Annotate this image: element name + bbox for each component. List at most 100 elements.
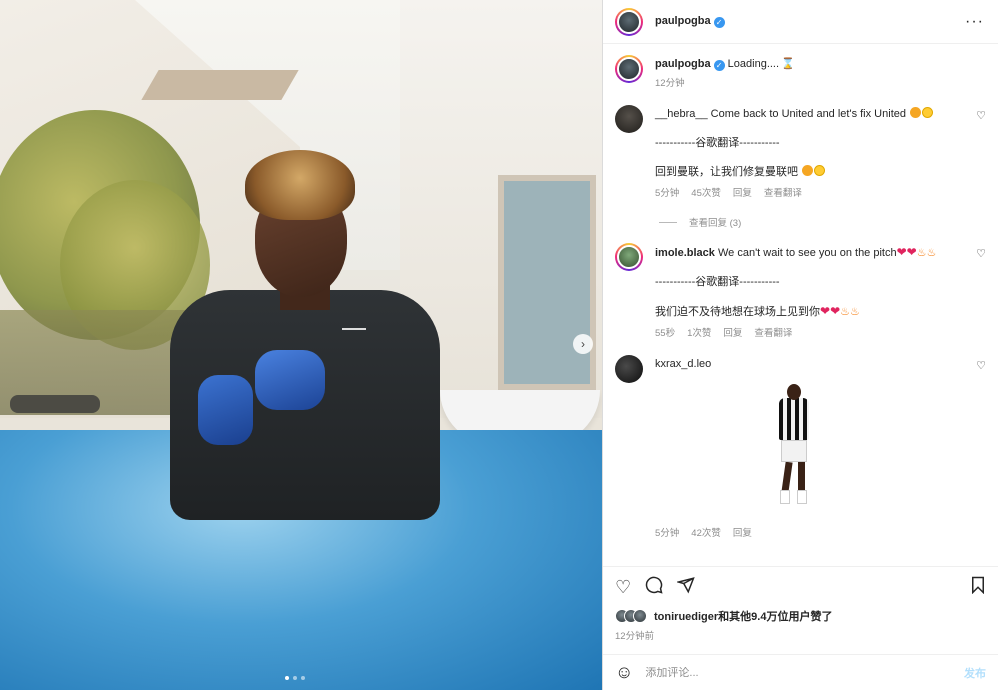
post-actions: ♡ — [603, 566, 998, 606]
heart-icon[interactable]: ♡ — [615, 578, 631, 596]
glass-door — [498, 175, 596, 390]
comment-body: __hebra__ Come back to United and let's … — [655, 105, 986, 201]
add-comment-bar: ☺ 发布 — [603, 654, 998, 690]
translate-divider: -----------谷歌翻译----------- — [655, 137, 780, 149]
caption-username[interactable]: paulpogba — [655, 58, 711, 70]
comment-time: 5分钟 — [655, 528, 680, 539]
chevron-right-icon[interactable]: › — [573, 334, 593, 354]
caption-body: paulpogba ✓ Loading.... ⌛ 12分钟 — [655, 55, 986, 91]
gif-shorts — [781, 440, 807, 462]
shoes — [10, 395, 100, 413]
likes-text[interactable]: 和其他9.4万位用户赞了 — [718, 611, 832, 623]
avatar[interactable] — [615, 105, 643, 133]
comment-likes[interactable]: 1次赞 — [687, 326, 711, 341]
comment-time: 55秒 — [655, 328, 676, 339]
cat-emoji-icon — [802, 165, 814, 176]
carousel-dot — [301, 676, 305, 680]
heart-icon[interactable]: ♡ — [976, 359, 986, 372]
roof — [141, 70, 299, 100]
post-side-panel: paulpogba ✓ ··· paulpogba ✓ Loading.... ⌛ 1… — [602, 0, 998, 690]
avatar[interactable] — [615, 355, 643, 383]
heart-icon[interactable]: ♡ — [976, 247, 986, 260]
avatar[interactable] — [615, 7, 643, 36]
instagram-post-modal: › paulpogba ✓ ··· paulpogba ✓ Loading.... — [0, 0, 998, 690]
caption-text: Loading.... — [727, 58, 780, 70]
comment-input[interactable] — [645, 666, 952, 679]
liker-username[interactable]: toniruediger — [654, 611, 718, 623]
comment-meta: 55秒 1次赞 回复 查看翻译 — [655, 326, 986, 341]
bookmark-icon[interactable] — [970, 576, 986, 597]
post-header: paulpogba ✓ ··· — [603, 0, 998, 44]
comment-body: kxrax_d.leo 5分钟 42次赞 回复 — [655, 355, 986, 541]
post-button[interactable]: 发布 — [964, 665, 986, 681]
verified-badge-icon: ✓ — [713, 60, 725, 71]
likes-summary[interactable]: toniruediger和其他9.4万位用户赞了 — [615, 608, 986, 624]
cat-emoji-icon — [910, 107, 922, 118]
translate-divider: -----------谷歌翻译----------- — [655, 276, 780, 288]
hair — [245, 150, 355, 220]
caption-time: 12分钟 — [655, 78, 685, 89]
heart-emoji-icon: ❤ — [896, 245, 907, 259]
comment-username[interactable]: kxrax_d.leo — [655, 358, 711, 370]
comment-time: 5分钟 — [655, 188, 680, 199]
comment-icon[interactable] — [645, 576, 663, 597]
comment-username[interactable]: imole.black — [655, 247, 715, 259]
football-player-gif — [765, 382, 825, 512]
see-translation-button[interactable]: 查看翻译 — [754, 326, 792, 341]
see-translation-button[interactable]: 查看翻译 — [764, 186, 802, 201]
verified-badge-icon: ✓ — [713, 17, 725, 28]
shirt-logo — [342, 318, 366, 330]
reply-button[interactable]: 回复 — [723, 326, 742, 341]
view-replies-label[interactable]: 查看回复 (3) — [689, 215, 741, 229]
gif-sock — [780, 490, 790, 504]
blue-glove — [255, 350, 325, 410]
comments-list[interactable]: paulpogba ✓ Loading.... ⌛ 12分钟 __hebra__ C… — [603, 45, 998, 565]
reply-button[interactable]: 回复 — [733, 186, 752, 201]
comment: kxrax_d.leo 5分钟 42次赞 回复 ♡ — [615, 355, 986, 541]
gif-striped-shirt — [779, 398, 809, 440]
comment-likes[interactable]: 42次赞 — [691, 526, 721, 541]
smile-emoji-icon — [922, 107, 934, 118]
more-options-icon[interactable]: ··· — [965, 13, 984, 31]
fire-emoji-icon: ♨ — [916, 247, 927, 259]
caption-meta: 12分钟 — [655, 76, 986, 91]
comment-text: We can't wait to see you on the pitch — [717, 247, 897, 259]
heart-icon[interactable]: ♡ — [976, 109, 986, 122]
heart-emoji-icon: ❤ — [820, 304, 831, 318]
comment: imole.black We can't wait to see you on … — [615, 243, 986, 341]
heart-emoji-icon: ❤ — [906, 245, 917, 259]
comment-meta: 5分钟 45次赞 回复 查看翻译 — [655, 186, 986, 201]
likes-text-line: toniruediger和其他9.4万位用户赞了 — [654, 608, 832, 624]
post-time: 12分钟前 — [615, 631, 655, 642]
send-icon[interactable] — [675, 576, 695, 597]
header-username[interactable]: paulpogba — [655, 15, 711, 27]
view-replies-button[interactable]: 查看回复 (3) — [615, 215, 986, 229]
comment-body: imole.black We can't wait to see you on … — [655, 243, 986, 341]
emoji-icon[interactable]: ☺ — [615, 662, 633, 683]
comment-username[interactable]: __hebra__ — [655, 108, 708, 120]
person-in-pool — [160, 150, 450, 530]
carousel-dot — [293, 676, 297, 680]
fire-emoji-icon: ♨ — [926, 247, 937, 259]
hourglass-icon: ⌛ — [781, 58, 795, 70]
reply-button[interactable]: 回复 — [733, 526, 752, 541]
avatar[interactable] — [615, 55, 643, 83]
heart-emoji-icon: ❤ — [830, 304, 841, 318]
blue-glove — [198, 375, 253, 445]
gif-sock — [797, 490, 807, 504]
carousel-dots — [285, 676, 305, 680]
caption: paulpogba ✓ Loading.... ⌛ 12分钟 — [615, 55, 986, 91]
divider-line — [659, 221, 677, 223]
fire-emoji-icon: ♨ — [850, 306, 860, 318]
carousel-dot-active — [285, 676, 289, 680]
avatar[interactable] — [615, 243, 643, 271]
fire-emoji-icon: ♨ — [840, 306, 850, 318]
smile-emoji-icon — [814, 165, 826, 176]
comment-text: Come back to United and let's fix United — [710, 108, 906, 120]
comment-likes[interactable]: 45次赞 — [691, 186, 721, 201]
gif-head — [787, 384, 801, 400]
comment-translation: 回到曼联，让我们修复曼联吧 — [655, 166, 798, 178]
comment-translation: 我们迫不及待地想在球场上见到你 — [655, 306, 820, 318]
comment: __hebra__ Come back to United and let's … — [615, 105, 986, 201]
post-image[interactable]: › — [0, 0, 602, 690]
